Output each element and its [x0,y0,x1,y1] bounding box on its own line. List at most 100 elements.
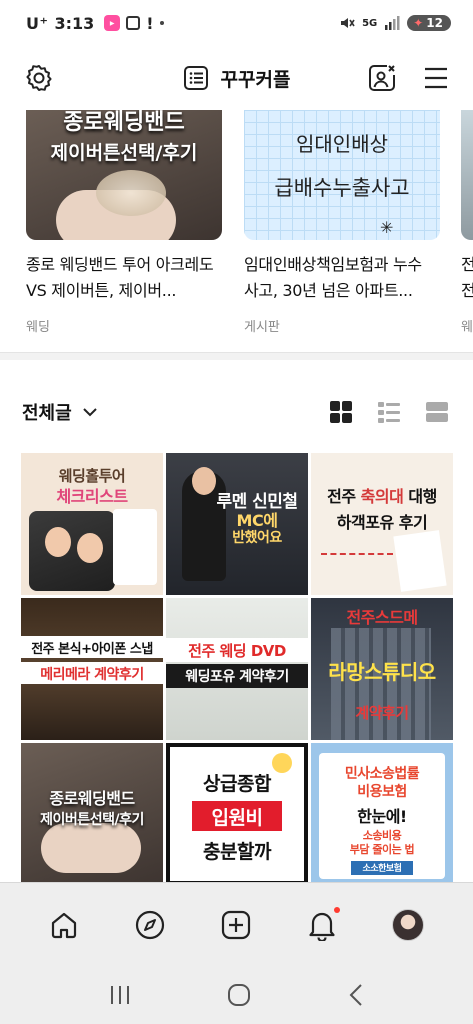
battery-indicator: ✦ 12 [407,15,451,31]
featured-post-card[interactable]: 임대인배상 급배수누출사고 ✳ 임대인배상책임보험과 누수 사고, 30년 넘은… [244,110,440,335]
thumbnail-face [77,533,103,563]
profile-edit-icon [369,65,395,91]
thumbnail-hand [41,823,141,873]
nav-home-button[interactable] [49,910,79,940]
featured-posts-carousel[interactable]: 종로웨딩밴드 제이버튼선택/후기 종로 웨딩밴드 투어 아크레도 VS 제이버튼… [0,110,473,342]
post-title[interactable]: 임대인배상책임보험과 누수 사고, 30년 넘은 아파트... [244,252,440,304]
post-title[interactable]: 전 전 [461,252,473,304]
list-view-button[interactable] [377,400,401,424]
network-type: 5G [362,17,378,29]
tile-text-line3: 충분할까 [203,841,271,863]
tile-text-line2: 비용보험 [357,784,407,800]
settings-button[interactable] [24,63,54,93]
thumbnail-text-line2: 급배수누출사고 [274,176,410,200]
nav-create-button[interactable] [220,909,252,941]
tile-text-line3: 계약후기 [355,704,409,722]
post-tile[interactable]: 전주 축의대 대행 하객포유 후기 [311,453,453,595]
list-view-icon [378,402,400,423]
bottom-navigation [0,882,473,966]
grid-view-button[interactable] [329,400,353,424]
recent-apps-icon [110,986,129,1004]
bell-icon [309,912,335,941]
gear-icon [26,65,52,91]
tile-text-line2: 메리메라 계약후기 [40,667,144,683]
app-header: 꾸꾸커플 [0,46,473,110]
post-tile[interactable]: 민사소송법률 비용보험 한눈에! 소송비용 부담 줄이는 법 소소한보험 [311,743,453,885]
back-chevron-icon [349,984,362,1006]
card-view-icon [426,402,448,422]
list-icon [183,66,208,90]
profile-edit-button[interactable] [367,63,397,93]
post-category: 웨 [461,320,473,335]
thumbnail-text-line1: 임대인배상 [296,132,388,156]
thumbnail-icons-row [321,553,393,579]
post-tile[interactable]: 상급종합 입원비 충분할까 [166,743,308,885]
thumbnail-text-line2: 제이버튼선택/후기 [50,142,198,164]
system-back-button[interactable] [346,983,366,1007]
category-filter-label: 전체글 [22,403,72,424]
more-notifications-dot [159,21,164,25]
tile-text-line1: 전주 웨딩 DVD [188,642,286,660]
carrier-label: U⁺ [26,13,49,33]
tile-text-line2: 제이버튼선택/후기 [40,812,144,828]
battery-level: 12 [426,16,443,30]
grid-view-icon [330,401,352,423]
post-category: 웨딩 [26,320,50,335]
alert-icon: ! [146,13,154,33]
thumbnail-face [45,527,71,557]
post-tile[interactable]: 웨딩홀투어 체크리스트 [21,453,163,595]
post-tile[interactable]: 전주스드메 라망스튜디오 계약후기 [311,598,453,740]
notification-dot [334,906,341,913]
blog-title[interactable]: 꾸꾸커플 [221,65,291,92]
post-tile[interactable]: 전주 웨딩 DVD 웨딩포유 계약후기 [166,598,308,740]
tile-text-prefix: 전주 [327,487,361,506]
system-navigation-bar [0,966,473,1024]
tile-text-highlight: 축의대 [360,487,404,506]
post-tile[interactable]: 루멘 신민철 MC에 반했어요 [166,453,308,595]
tile-text-line1: 전주 본식+아이폰 스냅 [31,642,153,657]
post-filter-bar: 전체글 [0,390,473,434]
post-thumbnail: 종로웨딩밴드 제이버튼선택/후기 [26,110,222,240]
post-category: 게시판 [244,320,280,335]
charging-icon: ✦ [413,16,424,30]
nav-explore-button[interactable] [134,909,166,941]
signal-icon [385,16,400,30]
thumbnail-checklist [113,509,157,585]
post-title[interactable]: 종로 웨딩밴드 투어 아크레도 VS 제이버튼, 제이버... [26,252,222,304]
category-filter-dropdown[interactable]: 전체글 [22,399,98,425]
tile-text-line2: 웨딩포유 계약후기 [185,669,289,685]
tile-text-line2: 입원비 [211,807,263,829]
thumbnail-card [393,530,447,592]
tile-text-line2: 라망스튜디오 [328,660,436,684]
card-view-button[interactable] [425,400,449,424]
tile-text-line5: 부담 줄이는 법 [349,843,415,856]
tile-text-line2: 하객포유 후기 [336,513,428,532]
tile-text-line2: 체크리스트 [56,487,128,506]
mute-icon [341,18,355,28]
post-tile[interactable]: 종로웨딩밴드 제이버튼선택/후기 [21,743,163,885]
tile-text-line1: 상급종합 [203,773,271,795]
thumbnail-text-line1: 종로웨딩밴드 [63,110,185,135]
menu-button[interactable] [423,66,449,90]
asterisk-doodle-icon: ✳ [380,218,394,237]
home-circle-icon [227,984,250,1006]
featured-post-card[interactable]: 전 전 웨 [461,110,473,335]
tile-text-line1: 민사소송법률 [344,766,420,782]
plus-square-icon [222,910,251,939]
system-home-button[interactable] [227,983,251,1007]
compass-icon [135,910,164,939]
thumbnail-ring [96,170,166,216]
screenshot-icon [126,16,141,30]
tile-text-suffix: 대행 [403,487,437,506]
home-icon [52,912,77,938]
post-tile[interactable]: 전주 본식+아이폰 스냅 메리메라 계약후기 [21,598,163,740]
tile-text-line1: 종로웨딩밴드 [49,789,135,808]
avatar [391,908,424,941]
nav-notifications-button[interactable] [307,906,341,941]
tile-text-line1: 전주 축의대 대행 [311,483,453,507]
recent-apps-button[interactable] [108,984,132,1006]
featured-post-card[interactable]: 종로웨딩밴드 제이버튼선택/후기 종로 웨딩밴드 투어 아크레도 VS 제이버튼… [26,110,222,335]
nav-profile-button[interactable] [391,908,424,941]
status-bar: U⁺ 3:13 ▶ ! 5G ✦ 12 [0,0,473,46]
section-divider [0,352,473,360]
